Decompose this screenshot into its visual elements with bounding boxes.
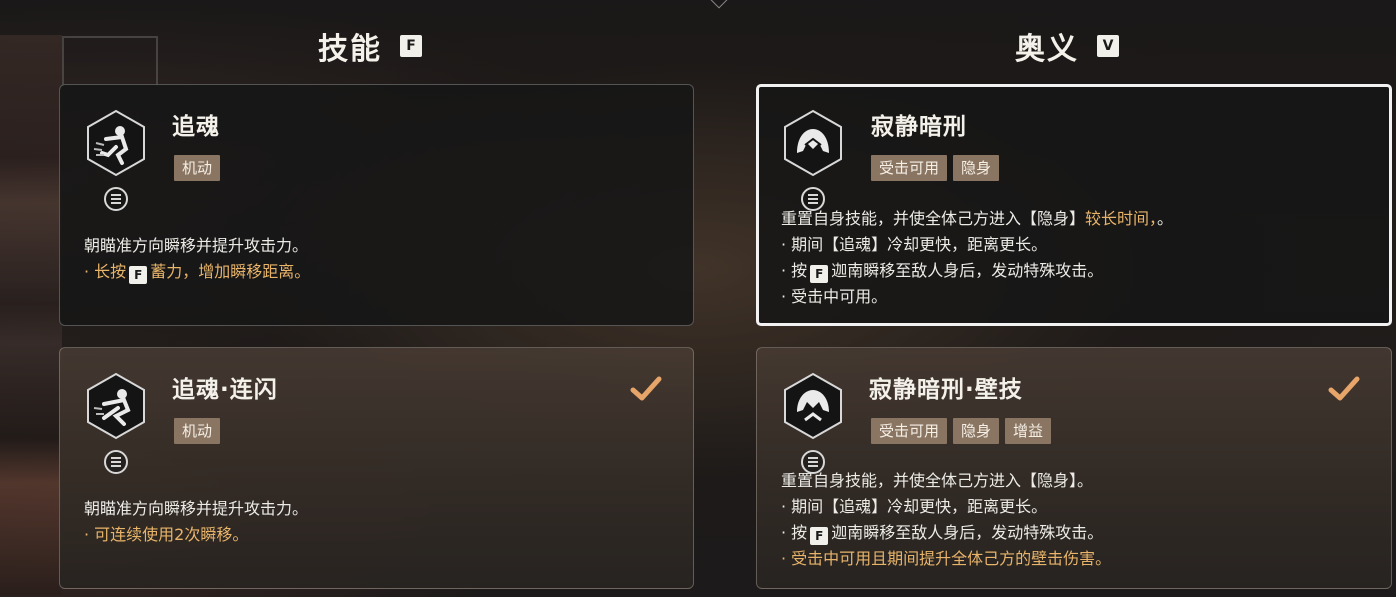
portrait-frame — [62, 36, 158, 86]
skill-card-upgrade[interactable]: 追魂·连闪 机动 朝瞄准方向瞬移并提升攻击力。 · 可连续使用2次瞬移。 — [59, 347, 694, 589]
skill-card-base[interactable]: 追魂 机动 朝瞄准方向瞬移并提升攻击力。 · 长按 F 蓄力，增加瞬移距离。 — [59, 84, 694, 326]
skill-icon-group — [80, 105, 152, 215]
tag: 增益 — [1005, 418, 1052, 444]
skill-section-header: 技能 F — [318, 24, 422, 68]
skill-section-title: 技能 — [318, 32, 382, 67]
ultimate-name: 寂静暗刑·壁技 — [869, 377, 1023, 403]
desc-suffix: 迦南瞬移至敌人身后，发动特殊攻击。 — [831, 261, 1104, 280]
ultimate-name: 寂静暗刑 — [871, 114, 967, 140]
skill-description: 朝瞄准方向瞬移并提升攻击力。 · 可连续使用2次瞬移。 — [84, 496, 673, 548]
character-portrait-strip — [0, 35, 62, 595]
skill-description: 朝瞄准方向瞬移并提升攻击力。 · 长按 F 蓄力，增加瞬移距离。 — [84, 233, 673, 285]
tag: 隐身 — [953, 418, 1000, 444]
ultimate-tags: 受击可用 隐身 — [871, 155, 1000, 181]
desc-suffix: 迦南瞬移至敌人身后，发动特殊攻击。 — [831, 523, 1104, 542]
desc-line-highlight: · 受击中可用且期间提升全体己方的壁击伤害。 — [781, 549, 1112, 568]
desc-highlight: 较长时间， — [1085, 209, 1158, 228]
desc-line: 重置自身技能，并使全体己方进入【隐身】。 — [781, 471, 1094, 490]
hooded-figure-icon — [779, 109, 847, 177]
skill-name: 追魂 — [172, 114, 220, 140]
desc-prefix: · 长按 — [84, 262, 127, 281]
skill-tags: 机动 — [174, 418, 221, 444]
ultimate-description: 重置自身技能，并使全体己方进入【隐身】。 · 期间【追魂】冷却更快，距离更长。 … — [781, 468, 1371, 572]
checkmark-icon — [630, 376, 662, 401]
desc-line: · 按 F 迦南瞬移至敌人身后，发动特殊攻击。 — [781, 520, 1371, 546]
ultimate-section-title: 奥义 — [1015, 32, 1079, 67]
desc-text: 。 — [1157, 209, 1174, 228]
tag: 隐身 — [953, 155, 1000, 181]
ultimate-icon-group — [777, 105, 849, 215]
f-key-badge: F — [129, 266, 148, 284]
ultimate-description: 重置自身技能，并使全体己方进入【隐身】较长时间，。 · 期间【追魂】冷却更快，距… — [781, 206, 1369, 310]
tag: 受击可用 — [871, 418, 948, 444]
tag: 受击可用 — [871, 155, 948, 181]
skill-icon-group — [80, 368, 152, 478]
desc-suffix: 蓄力，增加瞬移距离。 — [150, 262, 311, 281]
details-menu-icon[interactable] — [104, 450, 128, 474]
checkmark-icon — [1328, 376, 1360, 401]
ultimate-section-header: 奥义 V — [1015, 24, 1119, 68]
ultimate-tags: 受击可用 隐身 增益 — [871, 418, 1052, 444]
desc-line: · 受击中可用。 — [781, 287, 888, 306]
skill-name: 追魂·连闪 — [172, 377, 278, 403]
ultimate-card-upgrade[interactable]: 寂静暗刑·壁技 受击可用 隐身 增益 重置自身技能，并使全体己方进入【隐身】。 … — [756, 347, 1392, 589]
skill-tags: 机动 — [174, 155, 221, 181]
desc-line-highlight: · 长按 F 蓄力，增加瞬移距离。 — [84, 259, 673, 285]
desc-line: 重置自身技能，并使全体己方进入【隐身】较长时间，。 — [781, 206, 1369, 232]
ultimate-key-badge: V — [1097, 35, 1119, 57]
desc-line: 朝瞄准方向瞬移并提升攻击力。 — [84, 236, 309, 255]
f-key-badge: F — [810, 265, 829, 283]
lunge-figure-icon — [82, 372, 150, 440]
desc-line: 朝瞄准方向瞬移并提升攻击力。 — [84, 499, 309, 518]
desc-line: · 期间【追魂】冷却更快，距离更长。 — [781, 497, 1048, 516]
desc-text: 重置自身技能，并使全体己方进入【隐身】 — [781, 209, 1086, 228]
details-menu-icon[interactable] — [104, 187, 128, 211]
desc-line: · 期间【追魂】冷却更快，距离更长。 — [781, 235, 1048, 254]
hooded-figure-icon — [779, 372, 847, 440]
tag: 机动 — [174, 155, 221, 181]
tag: 机动 — [174, 418, 221, 444]
ultimate-icon-group — [777, 368, 849, 478]
desc-prefix: · 按 — [781, 261, 808, 280]
desc-prefix: · 按 — [781, 523, 808, 542]
ultimate-card-base[interactable]: 寂静暗刑 受击可用 隐身 重置自身技能，并使全体己方进入【隐身】较长时间，。 ·… — [756, 84, 1392, 326]
dash-figure-icon — [82, 109, 150, 177]
desc-line: · 按 F 迦南瞬移至敌人身后，发动特殊攻击。 — [781, 258, 1369, 284]
skill-key-badge: F — [400, 35, 422, 57]
f-key-badge: F — [810, 527, 829, 545]
desc-line-highlight: · 可连续使用2次瞬移。 — [84, 525, 249, 544]
